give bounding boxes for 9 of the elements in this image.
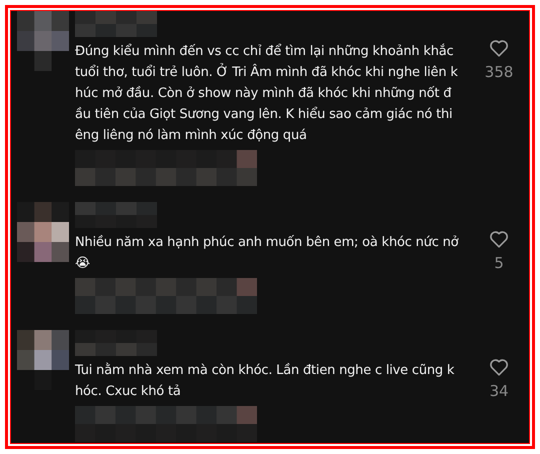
- like-count: 358: [484, 63, 514, 81]
- heart-icon[interactable]: [489, 230, 509, 248]
- comment-text: Tui nằm nhà xem mà còn khóc. Lần đtien nghe c live cũng k hóc. Cxuc khó tả: [75, 362, 456, 401]
- like-count: 5: [494, 254, 504, 272]
- heart-icon[interactable]: [489, 39, 509, 57]
- comment-text: Nhiều năm xa hạnh phúc anh muốn bên em; oà khóc nức nở 😭: [75, 234, 460, 273]
- comment-text: Đúng kiểu mình đến vs cc chỉ để tìm lại những khoảnh khắc tuổi thơ, tuổi trẻ luôn. Ở Tri Âm mình đã khóc khi nghe liên k húc mở đầu. Còn ở show này mình đã khóc khi những nốt đ ầu tiên của Giọt Sương vang lên. K hiểu sao cảm giác nó thi êng liêng nó làm mình xúc động quá: [75, 42, 459, 145]
- like-count: 34: [489, 382, 509, 400]
- heart-icon[interactable]: [489, 358, 509, 376]
